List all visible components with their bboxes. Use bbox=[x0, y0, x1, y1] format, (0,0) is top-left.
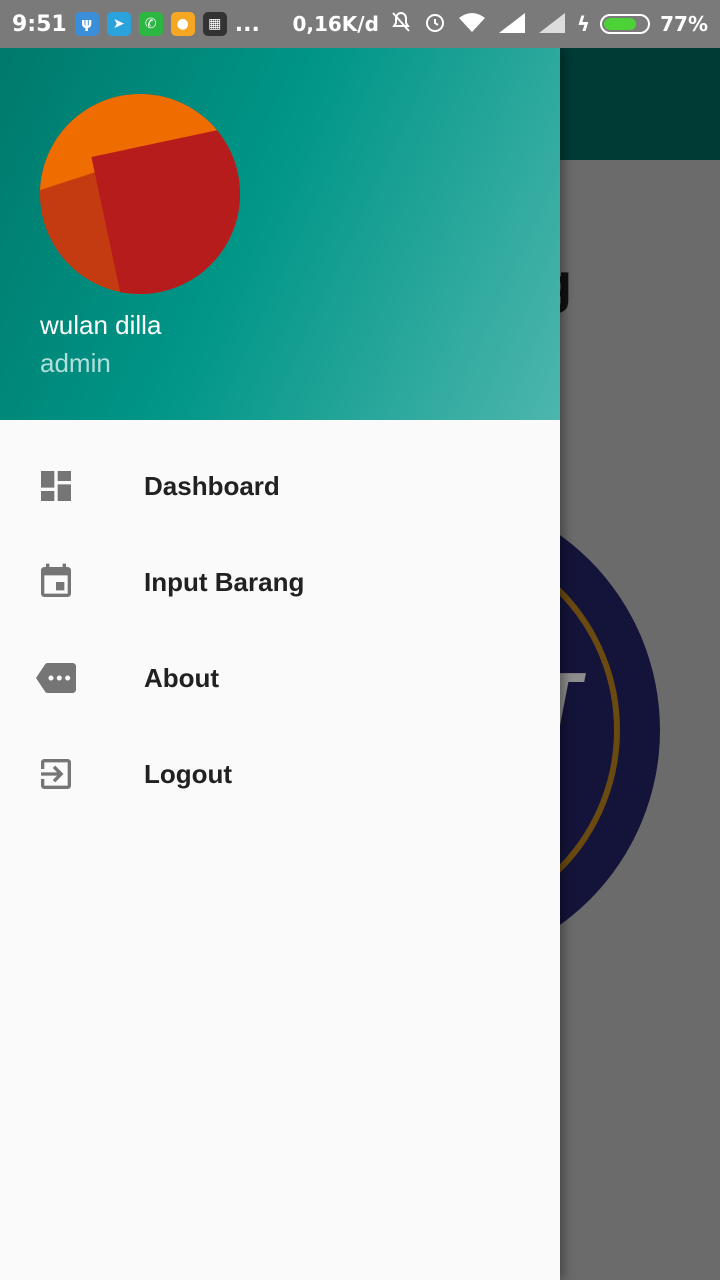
user-role: admin bbox=[40, 348, 111, 378]
tag-more-icon bbox=[32, 654, 80, 702]
exit-icon bbox=[32, 750, 80, 798]
status-bar: 9:51 ψ ➤ ✆ ● ▦ ... 0,16K/d ϟ 77% bbox=[0, 0, 720, 48]
silent-alarm-icon bbox=[389, 10, 413, 39]
more-notifications: ... bbox=[234, 11, 260, 37]
menu-label: Input Barang bbox=[144, 566, 305, 597]
signal-icon-2 bbox=[537, 11, 567, 38]
menu-item-logout[interactable]: Logout bbox=[0, 726, 560, 822]
background-toolbar bbox=[560, 48, 720, 160]
avatar[interactable] bbox=[40, 94, 240, 294]
background-logo: J bbox=[560, 490, 660, 970]
calendar-icon bbox=[32, 558, 80, 606]
battery-percent: 77% bbox=[660, 12, 708, 36]
usb-icon: ψ bbox=[74, 12, 99, 36]
bbm-icon: ▦ bbox=[202, 12, 227, 36]
menu-item-dashboard[interactable]: Dashboard bbox=[0, 438, 560, 534]
background-content: g J bbox=[560, 160, 720, 1280]
whatsapp-icon: ✆ bbox=[138, 12, 163, 36]
menu-item-about[interactable]: About bbox=[0, 630, 560, 726]
battery-icon bbox=[600, 14, 651, 34]
alarm-clock-icon bbox=[423, 10, 447, 39]
menu-label: About bbox=[144, 662, 220, 693]
dashboard-icon bbox=[32, 462, 80, 510]
signal-icon-1 bbox=[497, 11, 527, 38]
background-title: g bbox=[560, 250, 572, 315]
logo-glyph: J bbox=[560, 640, 578, 838]
telegram-icon: ➤ bbox=[106, 12, 131, 36]
status-time: 9:51 bbox=[12, 11, 67, 37]
charging-icon: ϟ bbox=[576, 12, 591, 36]
user-name: wulan dilla bbox=[40, 310, 162, 340]
drawer-menu: Dashboard Input Barang About Logout bbox=[0, 438, 560, 822]
navigation-drawer: wulan dilla admin Dashboard Input Barang… bbox=[0, 48, 560, 1280]
drawer-header: wulan dilla admin bbox=[0, 48, 560, 420]
menu-label: Dashboard bbox=[144, 470, 280, 501]
menu-label: Logout bbox=[144, 758, 233, 789]
chat-icon: ● bbox=[170, 12, 195, 36]
network-speed: 0,16K/d bbox=[292, 12, 379, 36]
menu-item-input-barang[interactable]: Input Barang bbox=[0, 534, 560, 630]
wifi-icon bbox=[457, 10, 487, 39]
